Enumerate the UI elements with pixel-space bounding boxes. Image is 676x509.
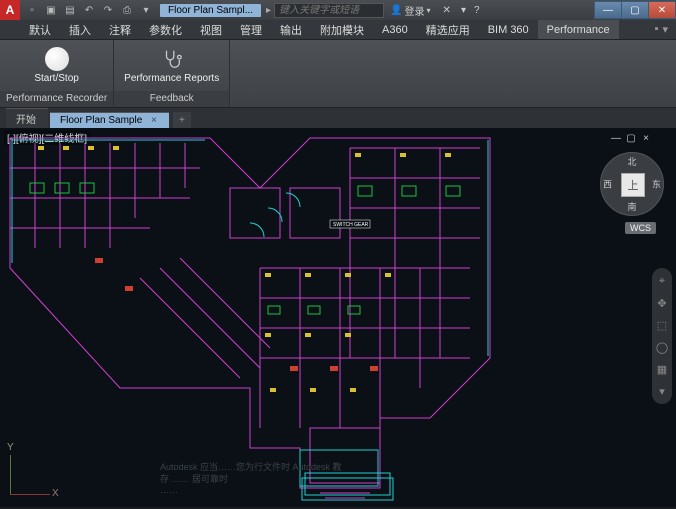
navigation-bar: ⌖ ✥ ⬚ ◯ ▦ ▾ bbox=[652, 268, 672, 404]
login-button[interactable]: 👤 登录 ▾ bbox=[390, 3, 430, 18]
qat-dropdown-icon[interactable]: ▾ bbox=[138, 2, 154, 18]
start-stop-button[interactable]: Start/Stop bbox=[34, 47, 78, 84]
floor-plan-drawing: SWITCH GEAR bbox=[0, 128, 600, 507]
vp-close-icon[interactable]: × bbox=[640, 132, 652, 144]
performance-reports-button[interactable]: Performance Reports bbox=[124, 47, 219, 84]
file-tab-start[interactable]: 开始 bbox=[6, 108, 48, 128]
exchange-icon[interactable]: ✕ bbox=[443, 5, 451, 16]
qat-open-icon[interactable]: ▣ bbox=[43, 2, 59, 18]
tab-bim360[interactable]: BIM 360 bbox=[479, 20, 538, 39]
panel-footer-feedback: Feedback bbox=[114, 91, 229, 107]
ribbon-tabs: 默认 插入 注释 参数化 视图 管理 输出 附加模块 A360 精选应用 BIM… bbox=[0, 20, 676, 40]
maximize-button[interactable]: ▢ bbox=[621, 1, 649, 19]
svg-text:SWITCH GEAR: SWITCH GEAR bbox=[333, 222, 369, 228]
new-tab-button[interactable]: + bbox=[173, 112, 191, 128]
nav-more-icon[interactable]: ▾ bbox=[655, 384, 669, 398]
vp-minimize-icon[interactable]: — bbox=[610, 132, 622, 144]
viewcube-north[interactable]: 北 bbox=[627, 155, 636, 168]
tab-insert[interactable]: 插入 bbox=[60, 20, 100, 39]
nav-showmotion-icon[interactable]: ▦ bbox=[655, 362, 669, 376]
file-tab-label: 开始 bbox=[16, 115, 36, 126]
performance-reports-label: Performance Reports bbox=[124, 73, 219, 84]
panel-feedback: Performance Reports Feedback bbox=[114, 40, 230, 107]
view-cube[interactable]: 上 北 南 东 西 bbox=[600, 152, 664, 216]
search-input[interactable] bbox=[274, 3, 384, 18]
viewcube-east[interactable]: 东 bbox=[652, 178, 661, 191]
file-tab-label: Floor Plan Sample bbox=[60, 115, 142, 126]
viewport-controls: — ▢ × bbox=[610, 132, 652, 144]
nav-steering-icon[interactable]: ⌖ bbox=[655, 274, 669, 288]
nav-zoom-icon[interactable]: ⬚ bbox=[655, 318, 669, 332]
viewcube-top-face[interactable]: 上 bbox=[621, 173, 645, 197]
ucs-icon[interactable]: Y X bbox=[4, 445, 60, 501]
tab-view[interactable]: 视图 bbox=[191, 20, 231, 39]
record-icon bbox=[45, 47, 69, 71]
nav-pan-icon[interactable]: ✥ bbox=[655, 296, 669, 310]
quick-access-toolbar: ▫ ▣ ▤ ↶ ↷ ⎙ ▾ bbox=[20, 2, 158, 18]
window-controls: — ▢ ✕ bbox=[595, 1, 676, 19]
tab-annotate[interactable]: 注释 bbox=[100, 20, 140, 39]
watermark-text: Autodesk 应当……您为行文件时 Autodesk 教 存 …… 居可靠时… bbox=[160, 462, 516, 497]
qat-new-icon[interactable]: ▫ bbox=[24, 2, 40, 18]
user-icon: 👤 bbox=[390, 5, 402, 16]
ucs-x-label: X bbox=[52, 488, 59, 499]
nav-orbit-icon[interactable]: ◯ bbox=[655, 340, 669, 354]
qat-print-icon[interactable]: ⎙ bbox=[119, 2, 135, 18]
file-tab-floorplan[interactable]: Floor Plan Sample × bbox=[50, 112, 169, 128]
vp-maximize-icon[interactable]: ▢ bbox=[625, 132, 637, 144]
qat-save-icon[interactable]: ▤ bbox=[62, 2, 78, 18]
panel-footer-recorder: Performance Recorder bbox=[0, 91, 113, 107]
start-stop-label: Start/Stop bbox=[34, 73, 78, 84]
qat-redo-icon[interactable]: ↷ bbox=[100, 2, 116, 18]
ribbon-menu-icon[interactable]: ▾ bbox=[662, 23, 668, 36]
help-icon[interactable]: ? bbox=[474, 5, 480, 16]
tab-output[interactable]: 输出 bbox=[271, 20, 311, 39]
ribbon-collapse-icon[interactable]: ▪ bbox=[655, 23, 659, 36]
stethoscope-icon bbox=[160, 47, 184, 71]
ribbon: Start/Stop Performance Recorder Performa… bbox=[0, 40, 676, 108]
close-tab-icon[interactable]: × bbox=[151, 115, 157, 126]
tab-performance[interactable]: Performance bbox=[538, 20, 619, 39]
tab-manage[interactable]: 管理 bbox=[231, 20, 271, 39]
chevron-down-icon: ▾ bbox=[427, 6, 431, 15]
qat-undo-icon[interactable]: ↶ bbox=[81, 2, 97, 18]
title-bar: A ▫ ▣ ▤ ↶ ↷ ⎙ ▾ Floor Plan Sampl... ▸ 👤 … bbox=[0, 0, 676, 20]
tab-default[interactable]: 默认 bbox=[20, 20, 60, 39]
tab-a360[interactable]: A360 bbox=[373, 20, 417, 39]
close-button[interactable]: ✕ bbox=[648, 1, 676, 19]
minimize-button[interactable]: — bbox=[594, 1, 622, 19]
document-title: Floor Plan Sampl... bbox=[160, 4, 261, 17]
app-logo[interactable]: A bbox=[0, 0, 20, 20]
drawing-viewport[interactable]: [-][俯视][二维线框] — ▢ × 上 北 南 东 西 WCS ⌖ ✥ ⬚ … bbox=[0, 128, 676, 507]
panel-performance-recorder: Start/Stop Performance Recorder bbox=[0, 40, 114, 107]
wcs-badge[interactable]: WCS bbox=[625, 222, 656, 234]
ucs-y-label: Y bbox=[7, 442, 14, 453]
login-label: 登录 bbox=[405, 3, 425, 18]
help-dropdown-icon[interactable]: ▾ bbox=[461, 5, 466, 16]
viewcube-west[interactable]: 西 bbox=[603, 178, 612, 191]
tab-parametric[interactable]: 参数化 bbox=[140, 20, 191, 39]
tab-addins[interactable]: 附加模块 bbox=[311, 20, 373, 39]
file-tabs: 开始 Floor Plan Sample × + bbox=[0, 108, 676, 128]
tab-featured[interactable]: 精选应用 bbox=[417, 20, 479, 39]
title-dropdown-icon[interactable]: ▸ bbox=[266, 5, 271, 16]
viewcube-south[interactable]: 南 bbox=[627, 200, 636, 213]
